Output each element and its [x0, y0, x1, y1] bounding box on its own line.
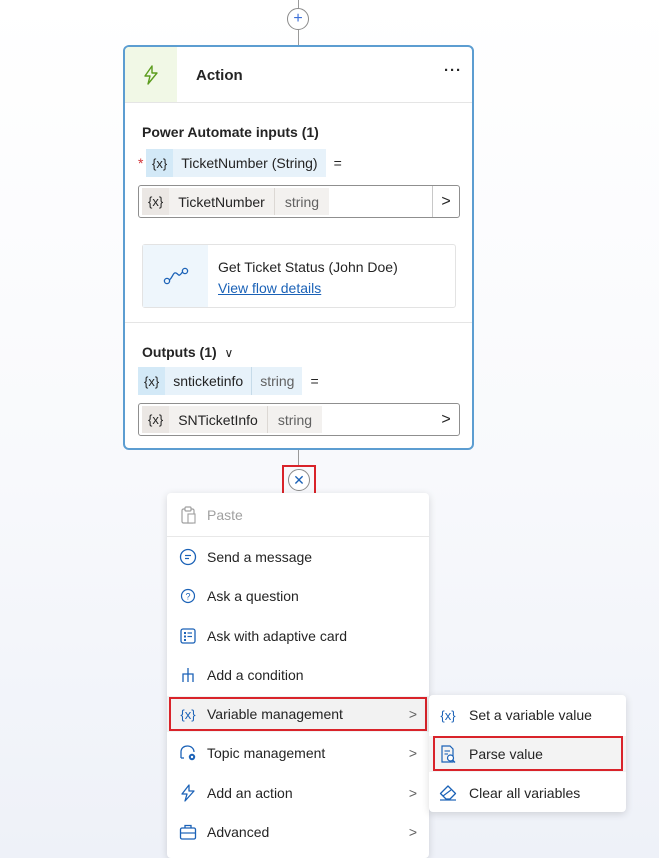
variable-icon: {x}: [180, 706, 196, 722]
menu-item-advanced[interactable]: Advanced >: [167, 814, 429, 850]
menu-item-label: Ask with adaptive card: [207, 628, 348, 644]
eraser-icon: [438, 785, 458, 801]
chat-icon: [178, 548, 198, 566]
plus-icon: +: [293, 10, 303, 27]
menu-item-variable-management[interactable]: {x} Variable management >: [167, 696, 429, 732]
menu-item-paste[interactable]: Paste: [167, 497, 429, 533]
submenu-item-clear-variables[interactable]: Clear all variables: [429, 775, 626, 811]
top-connector-line: [298, 0, 299, 8]
add-node-button[interactable]: +: [287, 8, 309, 30]
topic-icon: [178, 744, 198, 762]
input-variable-type: string: [273, 188, 330, 215]
equals-sign: =: [333, 155, 342, 171]
output-parameter-name: snticketinfo: [165, 367, 252, 395]
chevron-right-icon: >: [408, 824, 417, 840]
menu-item-add-condition[interactable]: Add a condition: [167, 657, 429, 693]
menu-item-label: Send a message: [207, 549, 313, 565]
menu-item-label: Ask a question: [207, 588, 299, 604]
menu-item-label: Paste: [207, 507, 243, 523]
variable-token-icon: {x}: [138, 367, 166, 395]
action-card-title: Action: [196, 67, 243, 84]
card-connector-line: [298, 30, 299, 45]
outputs-section-title[interactable]: Outputs (1) ∨: [142, 344, 233, 360]
adaptive-card-icon: [178, 628, 198, 644]
parse-icon: [438, 745, 458, 763]
variable-management-submenu: {x} Set a variable value Parse value Cle…: [429, 695, 626, 812]
input-value-field[interactable]: {x} TicketNumber string >: [138, 185, 460, 218]
submenu-item-parse-value[interactable]: Parse value: [429, 736, 626, 772]
view-flow-details-link[interactable]: View flow details: [218, 280, 321, 296]
menu-item-label: Add an action: [207, 785, 293, 801]
required-marker: *: [138, 155, 144, 171]
svg-text:?: ?: [185, 592, 190, 602]
toolbox-icon: [178, 824, 198, 840]
variable-token-icon: {x}: [142, 188, 170, 215]
chevron-right-icon: >: [408, 785, 417, 801]
lightning-icon: [178, 784, 198, 802]
variable-icon: {x}: [440, 707, 456, 723]
menu-divider: [167, 536, 429, 537]
input-variable-name: TicketNumber: [169, 188, 274, 215]
flow-name: Get Ticket Status (John Doe): [218, 259, 398, 275]
variable-token-icon: {x}: [142, 406, 170, 433]
submenu-item-label: Set a variable value: [469, 707, 592, 723]
chevron-right-icon[interactable]: >: [433, 404, 459, 435]
action-card-header: Action ···: [125, 47, 472, 103]
clipboard-icon: [178, 506, 198, 524]
question-icon: ?: [178, 588, 198, 604]
submenu-item-set-variable[interactable]: {x} Set a variable value: [429, 697, 626, 733]
output-parameter: {x} snticketinfo string =: [138, 367, 319, 395]
menu-item-send-message[interactable]: Send a message: [167, 539, 429, 575]
section-divider: [125, 322, 472, 323]
equals-sign: =: [310, 373, 319, 389]
more-options-button[interactable]: ···: [444, 62, 462, 79]
menu-item-label: Topic management: [207, 745, 326, 761]
menu-item-label: Variable management: [207, 706, 343, 722]
menu-item-label: Advanced: [207, 824, 270, 840]
output-variable-type: string: [266, 406, 323, 433]
inputs-section-title: Power Automate inputs (1): [142, 124, 319, 140]
input-parameter-name: TicketNumber (String): [173, 149, 326, 177]
lightning-icon: [125, 47, 177, 102]
submenu-item-label: Parse value: [469, 746, 543, 762]
flow-icon: [143, 245, 208, 307]
outputs-title-label: Outputs (1): [142, 344, 217, 360]
branch-icon: [178, 667, 198, 683]
output-parameter-type: string: [251, 367, 303, 395]
input-parameter: {x} TicketNumber (String) =: [146, 149, 342, 177]
submenu-item-label: Clear all variables: [469, 785, 581, 801]
close-icon: ✕: [293, 471, 305, 488]
variable-token-icon: {x}: [146, 149, 174, 177]
chevron-right-icon: >: [408, 745, 417, 761]
chevron-right-icon: >: [408, 706, 417, 722]
chevron-right-icon[interactable]: >: [432, 186, 459, 217]
output-variable-name: SNTicketInfo: [169, 406, 267, 433]
menu-item-topic-management[interactable]: Topic management >: [167, 735, 429, 771]
add-node-menu: Paste Send a message ? Ask a question As…: [167, 493, 429, 858]
menu-item-add-action[interactable]: Add an action >: [167, 775, 429, 811]
flow-card[interactable]: Get Ticket Status (John Doe) View flow d…: [142, 244, 456, 308]
chevron-down-icon[interactable]: ∨: [225, 346, 234, 360]
menu-item-ask-question[interactable]: ? Ask a question: [167, 578, 429, 614]
close-menu-button[interactable]: ✕: [282, 465, 316, 495]
action-card[interactable]: Action ··· Power Automate inputs (1) * {…: [123, 45, 474, 450]
menu-item-adaptive-card[interactable]: Ask with adaptive card: [167, 618, 429, 654]
output-value-field[interactable]: {x} SNTicketInfo string >: [138, 403, 460, 436]
menu-item-label: Add a condition: [207, 667, 304, 683]
